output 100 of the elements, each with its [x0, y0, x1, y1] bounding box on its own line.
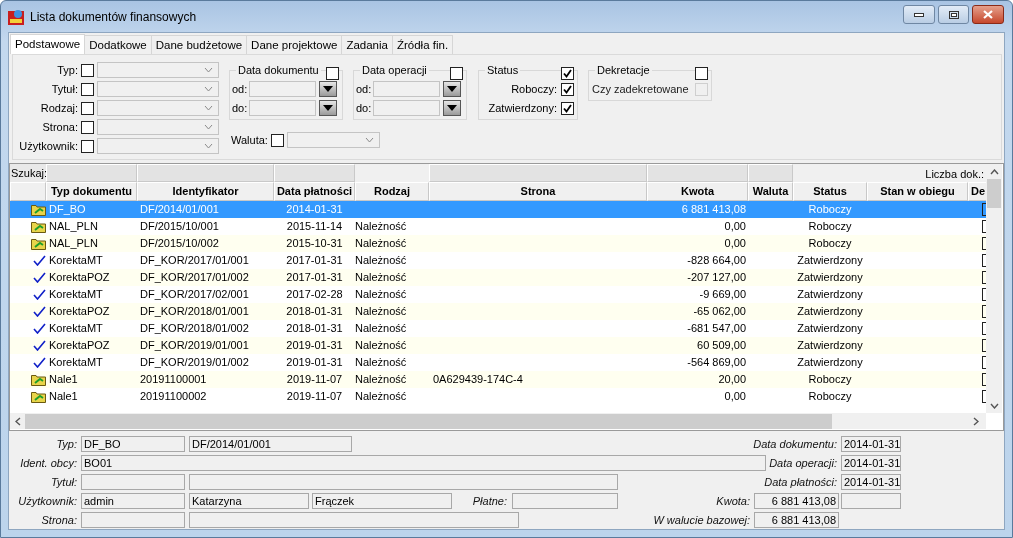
- column-header[interactable]: Stan w obiegu: [867, 182, 968, 201]
- checkbox[interactable]: [81, 139, 94, 153]
- checkbox[interactable]: [81, 101, 94, 115]
- column-header[interactable]: Status: [793, 182, 867, 201]
- dropdown-button[interactable]: [443, 100, 461, 116]
- table-row[interactable]: KorektaPOZ DF_KOR/2017/01/002 2017-01-31 Należność -207 127,00 Zatwierdzony: [10, 269, 986, 286]
- dropdown-button[interactable]: [319, 81, 337, 97]
- group-title: Data operacji: [361, 64, 428, 76]
- text-field[interactable]: 2014-01-31: [841, 455, 901, 471]
- text-field[interactable]: [81, 512, 185, 528]
- checkbox[interactable]: [326, 67, 339, 80]
- dropdown-field[interactable]: [97, 119, 219, 135]
- checkbox[interactable]: [561, 67, 574, 80]
- option-label: Zatwierdzony:: [488, 102, 557, 114]
- date-field[interactable]: [249, 81, 316, 97]
- text-field[interactable]: 6 881 413,08: [754, 493, 839, 509]
- horizontal-scrollbar[interactable]: [10, 413, 986, 429]
- column-header[interactable]: Rodzaj: [355, 182, 429, 201]
- check-icon: [33, 357, 46, 368]
- column-header[interactable]: Typ dokumentu: [46, 182, 137, 201]
- scroll-right-icon[interactable]: [973, 416, 979, 426]
- scroll-left-icon[interactable]: [15, 416, 21, 426]
- search-field[interactable]: [429, 164, 647, 182]
- checkbox[interactable]: [81, 82, 94, 96]
- checkbox[interactable]: [695, 67, 708, 80]
- group-title: Status: [486, 64, 520, 76]
- table-row[interactable]: NAL_PLN DF/2015/10/002 2015-10-31 Należność 0,00 Roboczy: [10, 235, 986, 252]
- checkbox[interactable]: [561, 82, 574, 96]
- column-header[interactable]: Identyfikator: [137, 182, 274, 201]
- search-field[interactable]: [137, 164, 274, 182]
- text-field[interactable]: [189, 474, 618, 490]
- text-field[interactable]: 6 881 413,08: [754, 512, 839, 528]
- text-field[interactable]: DF_BO: [81, 436, 185, 452]
- search-field[interactable]: [647, 164, 748, 182]
- search-field[interactable]: [748, 164, 793, 182]
- dropdown-field[interactable]: [97, 138, 219, 154]
- scrollbar-thumb[interactable]: [25, 413, 832, 429]
- column-header[interactable]: Kwota: [647, 182, 748, 201]
- checkbox[interactable]: [450, 67, 463, 80]
- column-header[interactable]: De: [968, 182, 986, 201]
- dropdown-field[interactable]: [286, 132, 380, 148]
- maximize-button[interactable]: [938, 5, 969, 24]
- text-field[interactable]: BO01: [81, 455, 766, 471]
- text-field[interactable]: [512, 493, 618, 509]
- scroll-up-icon[interactable]: [989, 169, 999, 175]
- date-field[interactable]: [249, 100, 316, 116]
- text-field[interactable]: DF/2014/01/001: [189, 436, 352, 452]
- tab[interactable]: Dane projektowe: [246, 35, 343, 54]
- checkbox[interactable]: [561, 101, 574, 115]
- column-header[interactable]: Waluta: [748, 182, 793, 201]
- table-cell: 2017-02-28: [286, 288, 343, 300]
- table-cell: DF/2015/10/002: [140, 237, 219, 249]
- field-label: Użytkownik:: [18, 495, 77, 507]
- table-cell: DF_BO: [49, 203, 86, 215]
- checkbox[interactable]: [81, 63, 94, 77]
- scrollbar-thumb[interactable]: [987, 179, 1001, 208]
- column-header[interactable]: [10, 182, 46, 201]
- chevron-icon: [364, 137, 374, 143]
- filter-label: Rodzaj:: [39, 102, 78, 114]
- dropdown-field[interactable]: [97, 62, 219, 78]
- text-field[interactable]: [189, 512, 519, 528]
- table-row[interactable]: KorektaPOZ DF_KOR/2019/01/001 2019-01-31 Należność 60 509,00 Zatwierdzony: [10, 337, 986, 354]
- table-cell: Zatwierdzony: [797, 288, 863, 300]
- table-cell: 2018-01-31: [286, 305, 343, 317]
- column-header[interactable]: Data płatności: [274, 182, 355, 201]
- dropdown-field[interactable]: [97, 100, 219, 116]
- table-cell: Należność: [355, 390, 407, 402]
- tab[interactable]: Podstawowe: [10, 34, 86, 54]
- table-cell: DF_KOR/2018/01/001: [140, 305, 249, 317]
- table-cell: Roboczy: [808, 237, 852, 249]
- scroll-down-icon[interactable]: [989, 403, 999, 409]
- maximize-icon: [948, 10, 959, 19]
- close-button[interactable]: [972, 5, 1004, 24]
- search-field[interactable]: [274, 164, 355, 182]
- dropdown-button[interactable]: [319, 100, 337, 116]
- table-row[interactable]: KorektaPOZ DF_KOR/2018/01/001 2018-01-31 Należność -65 062,00 Zatwierdzony: [10, 303, 986, 320]
- date-field[interactable]: [373, 81, 440, 97]
- dropdown-button[interactable]: [443, 81, 461, 97]
- text-field[interactable]: Katarzyna: [189, 493, 309, 509]
- minimize-button[interactable]: [903, 5, 935, 24]
- table-row[interactable]: Nale1 20191100001 2019-11-07 Należność 0A629439-174C-4 20,00 Roboczy: [10, 371, 986, 388]
- table-cell: DF_KOR/2018/01/002: [140, 322, 249, 334]
- table-cell: 2019-11-07: [286, 373, 343, 385]
- checkbox[interactable]: [270, 133, 284, 147]
- vertical-scrollbar[interactable]: [986, 164, 1002, 413]
- date-field[interactable]: [373, 100, 440, 116]
- text-field[interactable]: Frączek: [312, 493, 452, 509]
- checkbox[interactable]: [81, 120, 94, 134]
- tab[interactable]: Źródła fin.: [391, 35, 454, 54]
- table-cell: Należność: [355, 339, 407, 351]
- table-cell: 2019-01-31: [286, 339, 343, 351]
- text-field[interactable]: 2014-01-31: [841, 436, 901, 452]
- text-field[interactable]: [81, 474, 185, 490]
- table-cell: 20,00: [718, 373, 746, 385]
- search-field[interactable]: [46, 164, 137, 182]
- text-field[interactable]: [841, 493, 901, 509]
- text-field[interactable]: 2014-01-31: [841, 474, 901, 490]
- dropdown-field[interactable]: [97, 81, 219, 97]
- column-header[interactable]: Strona: [429, 182, 647, 201]
- text-field[interactable]: admin: [81, 493, 185, 509]
